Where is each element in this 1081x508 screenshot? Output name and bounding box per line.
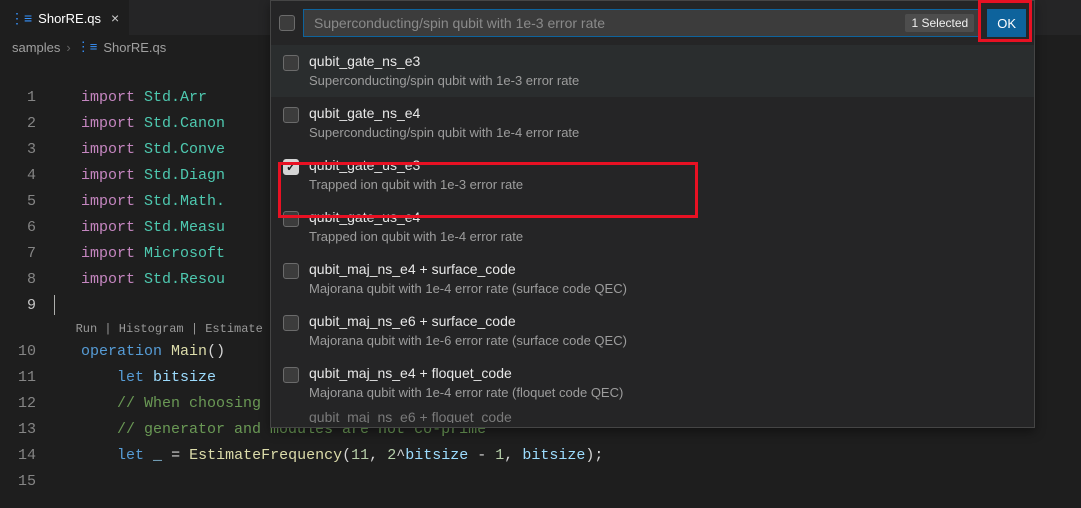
line-number: 10	[0, 339, 36, 365]
line-number: 1	[0, 85, 36, 111]
line-gutter: 123456789101112131415	[0, 59, 54, 508]
line-number: 13	[0, 417, 36, 443]
quickpick-item-desc: Majorana qubit with 1e-4 error rate (flo…	[309, 383, 623, 403]
select-all-checkbox[interactable]	[279, 15, 295, 31]
quickpick-input[interactable]	[312, 14, 901, 32]
close-icon[interactable]: ×	[111, 10, 119, 26]
breadcrumb-folder: samples	[12, 40, 60, 55]
quickpick-item-desc: Superconducting/spin qubit with 1e-3 err…	[309, 71, 579, 91]
quickpick-item[interactable]: qubit_gate_us_e3Trapped ion qubit with 1…	[271, 149, 1034, 201]
quickpick-item-title: qubit_gate_ns_e4	[309, 103, 579, 123]
quickpick-item[interactable]: qubit_maj_ns_e4 + floquet_codeMajorana q…	[271, 357, 1034, 409]
quickpick-item-title: qubit_gate_us_e4	[309, 207, 523, 227]
breadcrumb-file: ShorRE.qs	[103, 40, 166, 55]
quickpick-item-desc: Superconducting/spin qubit with 1e-4 err…	[309, 123, 579, 143]
quickpick-item-title: qubit_gate_ns_e3	[309, 51, 579, 71]
quickpick-header: 1 Selected OK	[271, 1, 1034, 45]
quickpick-item-title: qubit_maj_ns_e4 + surface_code	[309, 259, 627, 279]
line-number: 8	[0, 267, 36, 293]
line-number: 3	[0, 137, 36, 163]
line-number: 4	[0, 163, 36, 189]
line-number: 5	[0, 189, 36, 215]
qsharp-file-icon: ⋮≡	[10, 10, 32, 27]
quickpick-item-title: qubit_gate_us_e3	[309, 155, 523, 175]
quickpick-item-title: qubit_maj_ns_e6 + surface_code	[309, 311, 627, 331]
item-checkbox[interactable]	[283, 159, 299, 175]
item-checkbox[interactable]	[283, 263, 299, 279]
quickpick-item-cutoff: qubit_maj_ns_e6 + floquet_code	[271, 409, 1034, 423]
quickpick-item[interactable]: qubit_gate_ns_e4Superconducting/spin qub…	[271, 97, 1034, 149]
line-number: 14	[0, 443, 36, 469]
quickpick-item-desc: Trapped ion qubit with 1e-3 error rate	[309, 175, 523, 195]
quickpick-list[interactable]: qubit_gate_ns_e3Superconducting/spin qub…	[271, 45, 1034, 423]
line-number: 11	[0, 365, 36, 391]
line-number: 6	[0, 215, 36, 241]
tab-filename: ShorRE.qs	[38, 11, 101, 26]
line-number: 7	[0, 241, 36, 267]
quickpick-item-desc: Majorana qubit with 1e-4 error rate (sur…	[309, 279, 627, 299]
quickpick-panel: 1 Selected OK qubit_gate_ns_e3Supercondu…	[270, 0, 1035, 428]
quickpick-item-desc: Trapped ion qubit with 1e-4 error rate	[309, 227, 523, 247]
item-checkbox[interactable]	[283, 55, 299, 71]
line-number: 12	[0, 391, 36, 417]
item-checkbox[interactable]	[283, 315, 299, 331]
line-number: 9	[0, 293, 36, 319]
quickpick-item-title: qubit_maj_ns_e4 + floquet_code	[309, 363, 623, 383]
chevron-right-icon: ›	[66, 40, 70, 55]
quickpick-input-wrap: 1 Selected	[303, 9, 979, 37]
quickpick-item[interactable]: qubit_maj_ns_e6 + surface_codeMajorana q…	[271, 305, 1034, 357]
selection-count-badge: 1 Selected	[905, 14, 974, 32]
quickpick-item[interactable]: qubit_maj_ns_e4 + surface_codeMajorana q…	[271, 253, 1034, 305]
quickpick-item-desc: Majorana qubit with 1e-6 error rate (sur…	[309, 331, 627, 351]
item-checkbox[interactable]	[283, 367, 299, 383]
line-number: 2	[0, 111, 36, 137]
ok-button[interactable]: OK	[987, 9, 1026, 37]
line-number: 15	[0, 469, 36, 495]
item-checkbox[interactable]	[283, 107, 299, 123]
qsharp-file-icon: ⋮≡	[77, 39, 98, 55]
quickpick-item[interactable]: qubit_gate_us_e4Trapped ion qubit with 1…	[271, 201, 1034, 253]
quickpick-item[interactable]: qubit_gate_ns_e3Superconducting/spin qub…	[271, 45, 1034, 97]
item-checkbox[interactable]	[283, 211, 299, 227]
editor-tab[interactable]: ⋮≡ ShorRE.qs ×	[0, 0, 129, 35]
